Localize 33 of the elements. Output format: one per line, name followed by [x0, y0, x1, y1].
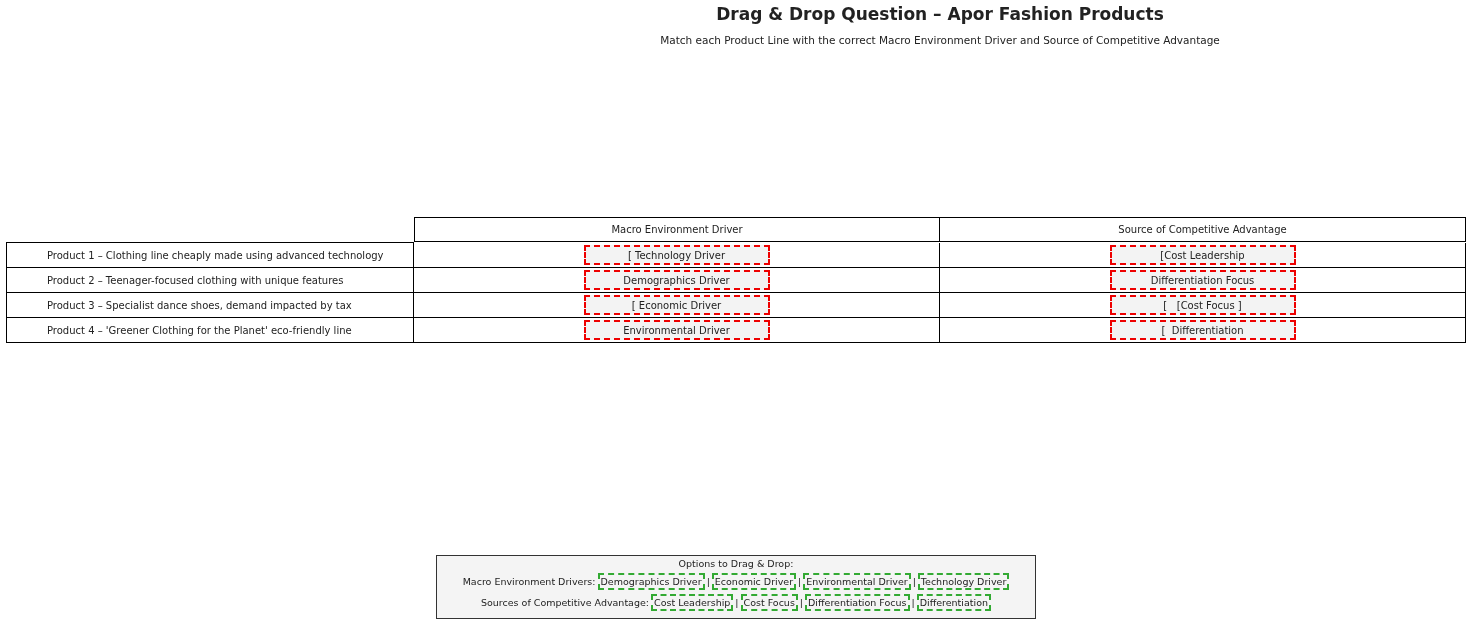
draggable-option[interactable]: Technology Driver — [917, 573, 1010, 590]
dropped-answer[interactable]: [ [Cost Focus ] — [1109, 295, 1296, 315]
column-header: Macro Environment Driver — [414, 217, 940, 242]
separator: | — [799, 597, 804, 608]
separator: | — [911, 597, 915, 608]
draggable-option[interactable]: Cost Leadership — [651, 594, 734, 611]
dropped-answer[interactable]: [ Differentiation — [1109, 320, 1296, 340]
draggable-option[interactable]: Differentiation — [916, 594, 991, 611]
dropped-answer[interactable]: [ Economic Driver — [583, 295, 770, 315]
draggable-option[interactable]: Differentiation Focus — [805, 594, 910, 611]
column-header: Source of Competitive Advantage — [940, 217, 1466, 242]
draggable-option[interactable]: Demographics Driver — [597, 573, 705, 590]
draggable-option[interactable]: Environmental Driver — [803, 573, 911, 590]
dropped-answer[interactable]: Environmental Driver — [583, 320, 770, 340]
dropped-answer[interactable]: [Cost Leadership — [1109, 245, 1296, 265]
dropped-answer[interactable]: [ Technology Driver — [583, 245, 770, 265]
product-cell: Product 3 – Specialist dance shoes, demand impacted by tax — [6, 293, 414, 318]
page-title: Drag & Drop Question – Apor Fashion Products — [716, 4, 1164, 24]
options-label: Macro Environment Drivers: — [462, 576, 596, 587]
dropped-answer[interactable]: Demographics Driver — [583, 270, 770, 290]
dropped-answer[interactable]: Differentiation Focus — [1109, 270, 1296, 290]
separator: | — [706, 576, 710, 587]
instructions: Match each Product Line with the correct Macro Environment Driver and Source of Competitive Advantage — [660, 34, 1220, 46]
product-cell: Product 1 – Clothing line cheaply made using advanced technology — [6, 243, 414, 268]
separator: | — [798, 576, 802, 587]
draggable-option[interactable]: Cost Focus — [740, 594, 798, 611]
separator: | — [735, 597, 739, 608]
product-cell: Product 2 – Teenager-focused clothing with unique features — [6, 268, 414, 293]
options-title: Options to Drag & Drop: — [678, 558, 794, 569]
product-cell: Product 4 – 'Greener Clothing for the Planet' eco-friendly line — [6, 318, 414, 343]
options-label: Sources of Competitive Advantage: — [481, 597, 649, 608]
separator: | — [912, 576, 916, 587]
draggable-option[interactable]: Economic Driver — [711, 573, 797, 590]
